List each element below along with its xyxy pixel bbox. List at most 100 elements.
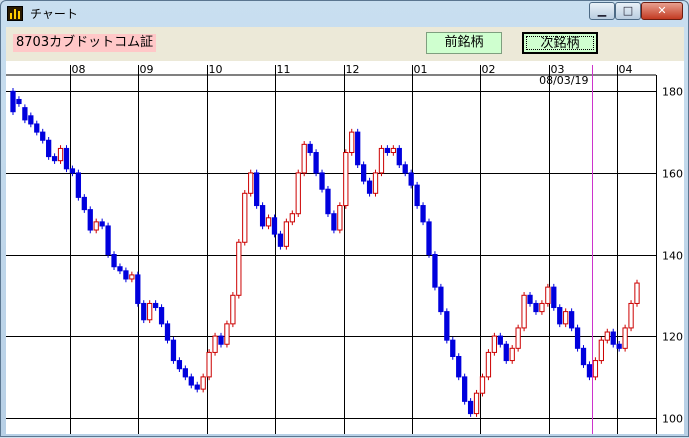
candle-body bbox=[622, 327, 628, 349]
chart-area[interactable]: 100 120 140 160 180 08 09 10 11 12 01 02 03 04 08/03/1… bbox=[6, 61, 684, 434]
candle-body bbox=[188, 376, 194, 386]
candle-body bbox=[545, 286, 551, 304]
candle-body bbox=[69, 168, 76, 174]
candle-body bbox=[40, 131, 46, 141]
candle-body bbox=[343, 152, 349, 207]
y-tick-label-120: 120 bbox=[662, 331, 683, 344]
candle-body bbox=[46, 139, 52, 158]
candle-body bbox=[164, 323, 171, 341]
candle-body bbox=[557, 307, 563, 325]
cursor-date-label: 08/03/19 bbox=[539, 74, 588, 87]
candle-body bbox=[438, 286, 444, 313]
candle-body bbox=[473, 392, 480, 415]
candle-body bbox=[319, 172, 325, 190]
candle-body bbox=[402, 164, 408, 174]
candle-body bbox=[141, 302, 147, 321]
y-tick-label-180: 180 bbox=[662, 86, 683, 99]
candle-body bbox=[331, 213, 337, 231]
candle-body bbox=[360, 164, 367, 182]
candle-body bbox=[75, 172, 82, 198]
x-tick-label-09: 09 bbox=[140, 63, 154, 76]
candle-body bbox=[111, 254, 117, 268]
x-tick-label-01: 01 bbox=[414, 63, 428, 76]
candle-body bbox=[325, 188, 331, 215]
candle-body bbox=[467, 400, 474, 415]
candle-body bbox=[28, 115, 34, 125]
x-tick-label-11: 11 bbox=[277, 63, 291, 76]
y-tick-label-160: 160 bbox=[662, 168, 683, 181]
candle-body bbox=[574, 327, 581, 349]
candle-body bbox=[218, 335, 224, 345]
title-bar[interactable]: チャート ▁ □ ✕ bbox=[1, 1, 688, 26]
candle-body bbox=[34, 123, 40, 133]
minimize-button[interactable]: ▁ bbox=[589, 2, 615, 20]
candle-body bbox=[610, 331, 616, 345]
candle-body bbox=[616, 343, 622, 349]
candle-body bbox=[396, 147, 402, 166]
candle-body bbox=[307, 143, 313, 154]
candle-body bbox=[123, 270, 129, 280]
close-button[interactable]: ✕ bbox=[641, 2, 683, 20]
candle-body bbox=[295, 172, 301, 215]
candle-body bbox=[313, 152, 319, 174]
x-tick-label-12: 12 bbox=[346, 63, 360, 76]
candle-body bbox=[283, 221, 290, 247]
candle-body bbox=[105, 225, 111, 255]
x-tick-label-08: 08 bbox=[72, 63, 86, 76]
candle-body bbox=[147, 302, 153, 321]
candle-body bbox=[497, 335, 503, 345]
candle-body bbox=[206, 351, 212, 378]
candle-body bbox=[414, 184, 420, 207]
candle-body bbox=[182, 368, 188, 378]
candle-body bbox=[158, 307, 165, 325]
candle-body bbox=[224, 323, 230, 345]
candle-body bbox=[301, 143, 307, 174]
y-tick-label-100: 100 bbox=[662, 413, 683, 426]
previous-stock-button[interactable]: 前銘柄 bbox=[426, 32, 502, 54]
candle-body bbox=[277, 233, 284, 247]
stock-name-label: 8703カブドットコム証 bbox=[13, 34, 157, 52]
candle-body bbox=[51, 156, 58, 162]
candle-body bbox=[503, 343, 509, 362]
candle-body bbox=[408, 172, 414, 186]
candle-body bbox=[479, 376, 486, 394]
candle-body bbox=[135, 274, 141, 304]
maximize-button[interactable]: □ bbox=[615, 2, 641, 20]
candle-body bbox=[289, 213, 295, 223]
candle-body bbox=[450, 339, 456, 357]
candle-body bbox=[604, 331, 610, 341]
candle-body bbox=[194, 384, 200, 390]
candle-body bbox=[242, 192, 248, 243]
candle-body bbox=[366, 180, 373, 194]
candle-body bbox=[16, 98, 22, 105]
candle-body bbox=[568, 311, 575, 329]
candle-body bbox=[355, 131, 361, 166]
x-tick-label-02: 02 bbox=[482, 63, 496, 76]
candle-body bbox=[129, 274, 135, 280]
candle-body bbox=[87, 209, 93, 231]
candle-body bbox=[372, 172, 379, 194]
y-tick-label-140: 140 bbox=[662, 250, 683, 263]
candle-body bbox=[265, 217, 272, 227]
candle-body bbox=[384, 147, 391, 154]
candle-body bbox=[592, 360, 599, 378]
candle-body bbox=[81, 196, 87, 211]
candle-body bbox=[236, 241, 242, 296]
candle-body bbox=[527, 294, 533, 304]
candle-body bbox=[230, 294, 236, 325]
candle-body bbox=[212, 335, 218, 353]
candle-body bbox=[521, 294, 527, 329]
candle-body bbox=[509, 347, 515, 362]
candle-body bbox=[491, 335, 498, 353]
candle-body bbox=[539, 302, 545, 313]
candle-body bbox=[57, 147, 64, 162]
candle-body bbox=[349, 131, 355, 154]
candlestick-chart[interactable]: 10012014016018008 09 10 11 12 01 02 03 0408/03/1… bbox=[6, 61, 684, 434]
next-stock-button[interactable]: 次銘柄 bbox=[522, 32, 598, 54]
x-tick-label-10: 10 bbox=[209, 63, 223, 76]
candle-body bbox=[200, 376, 206, 390]
candle-body bbox=[152, 302, 159, 309]
candle-body bbox=[580, 347, 587, 366]
candle-body bbox=[420, 205, 426, 223]
candle-body bbox=[533, 302, 539, 313]
